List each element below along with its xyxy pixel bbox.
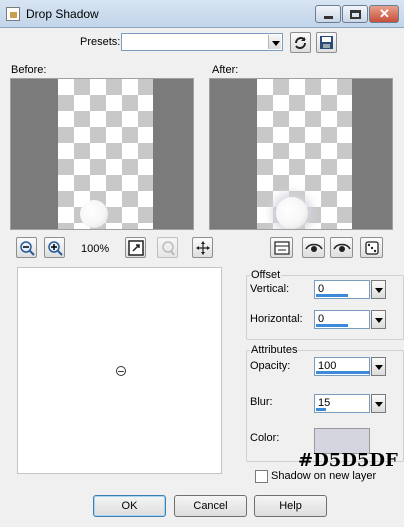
blur-input[interactable]: 15 — [314, 394, 386, 413]
horizontal-input[interactable]: 0 — [314, 310, 386, 329]
dice-icon — [365, 241, 379, 255]
preview-shape — [80, 200, 108, 228]
chevron-down-icon — [268, 35, 281, 49]
color-hex-label: #D5D5DF — [298, 450, 398, 471]
shadow-new-layer-checkbox[interactable] — [255, 470, 268, 483]
eye-icon — [305, 243, 323, 252]
zoom-out-icon — [20, 241, 35, 256]
vertical-dropdown-button[interactable] — [371, 280, 386, 299]
reset-preset-button[interactable] — [290, 32, 311, 53]
offset-title: Offset — [250, 269, 282, 281]
vertical-label: Vertical: — [250, 283, 290, 295]
horizontal-dropdown-button[interactable] — [371, 310, 386, 329]
zoom-level: 100% — [81, 243, 110, 255]
cancel-button[interactable]: Cancel — [174, 495, 247, 517]
attributes-title: Attributes — [250, 344, 299, 356]
horizontal-slider-fill — [316, 324, 349, 327]
presets-dropdown[interactable] — [121, 33, 283, 51]
toggle-preview-button[interactable] — [270, 237, 293, 258]
zoom-out-button[interactable] — [16, 237, 37, 258]
opacity-dropdown-button[interactable] — [371, 357, 386, 376]
shadow-new-layer-label: Shadow on new layer — [271, 470, 377, 482]
zoom-in-button[interactable] — [44, 237, 65, 258]
preview-panel-icon — [274, 241, 290, 255]
title-bar: Drop Shadow ✕ — [0, 0, 404, 28]
save-preset-button[interactable] — [316, 32, 337, 53]
after-label: After: — [212, 64, 239, 76]
refresh-icon — [295, 37, 306, 49]
preview-on-image-button[interactable] — [302, 237, 325, 258]
offset-canvas[interactable] — [17, 267, 222, 474]
before-label: Before: — [11, 64, 47, 76]
opacity-label: Opacity: — [250, 360, 291, 372]
blur-dropdown-button[interactable] — [371, 394, 386, 413]
blur-slider-fill — [316, 408, 326, 411]
blur-label: Blur: — [250, 396, 273, 408]
minimize-icon — [324, 16, 333, 19]
move-icon — [196, 241, 210, 255]
close-button[interactable]: ✕ — [369, 5, 399, 23]
help-button[interactable]: Help — [254, 495, 327, 517]
color-label: Color: — [250, 432, 280, 444]
zoom-actual-button[interactable] — [157, 237, 178, 258]
app-icon — [6, 7, 20, 21]
offset-handle[interactable] — [116, 366, 126, 376]
magnifier-disabled-icon — [162, 241, 175, 256]
zoom-to-fit-button[interactable] — [125, 237, 146, 258]
auto-proof-button[interactable] — [330, 237, 353, 258]
vertical-input[interactable]: 0 — [314, 280, 386, 299]
opacity-input[interactable]: 100 — [314, 357, 386, 376]
horizontal-label: Horizontal: — [250, 313, 303, 325]
maximize-icon — [350, 10, 361, 19]
save-icon — [320, 36, 333, 49]
pan-button[interactable] — [192, 237, 213, 258]
maximize-button[interactable] — [342, 5, 368, 23]
preview-shape-shadow — [276, 197, 308, 229]
before-preview — [10, 78, 194, 230]
minimize-button[interactable] — [315, 5, 341, 23]
opacity-slider-fill — [316, 371, 370, 374]
presets-label: Presets: — [80, 36, 121, 48]
close-icon: ✕ — [379, 6, 390, 21]
randomize-button[interactable] — [360, 237, 383, 258]
eye-icon — [333, 243, 351, 252]
ok-button[interactable]: OK — [93, 495, 166, 517]
window-title: Drop Shadow — [26, 7, 99, 21]
zoom-in-icon — [48, 241, 63, 256]
after-preview[interactable] — [209, 78, 393, 230]
fit-to-window-icon — [128, 240, 144, 256]
vertical-slider-fill — [316, 294, 349, 297]
